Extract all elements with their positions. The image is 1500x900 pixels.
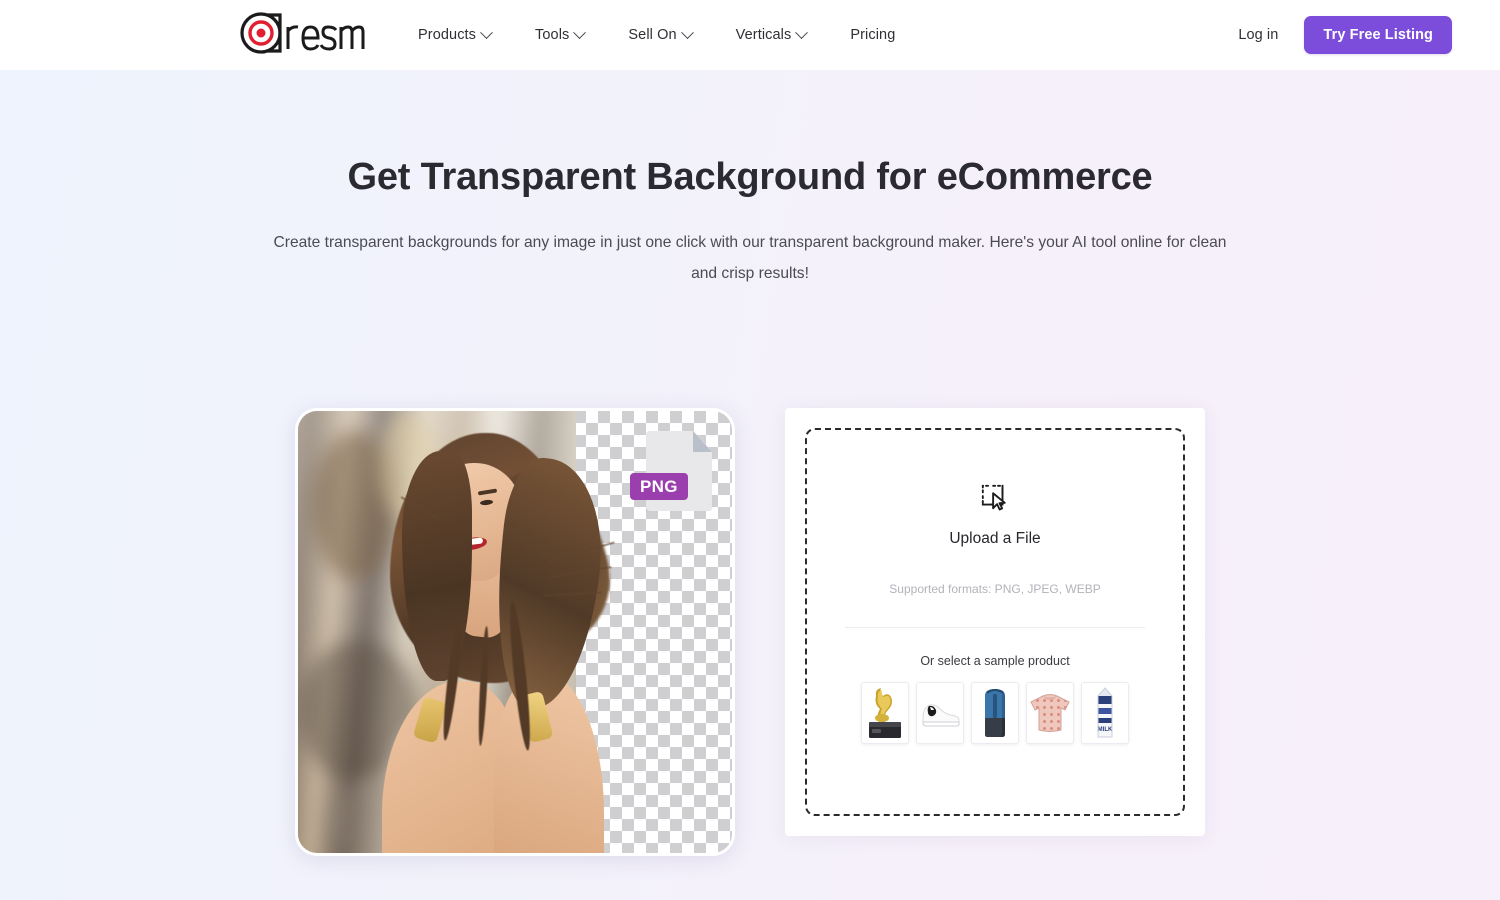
dresma-logo[interactable]	[240, 9, 368, 59]
dresma-logo-target-icon	[240, 12, 365, 54]
page-subtitle: Create transparent backgrounds for any i…	[273, 234, 1227, 282]
nav-item-products[interactable]: Products	[418, 25, 493, 43]
sample-products-list: MILK	[861, 682, 1129, 744]
upload-cursor-select-icon	[981, 484, 1006, 511]
png-file-badge: PNG	[630, 431, 712, 511]
nav-label: Pricing	[850, 27, 896, 43]
white-sneaker-icon	[922, 704, 960, 727]
pink-sweater-icon	[1030, 694, 1070, 732]
sample-product-pink-sweater[interactable]	[1026, 682, 1074, 744]
chevron-down-icon	[795, 25, 809, 39]
sample-product-blue-backpack[interactable]	[971, 682, 1019, 744]
transparent-background-preview: PNG	[295, 408, 735, 856]
blue-backpack-icon	[985, 689, 1005, 737]
try-free-listing-button[interactable]: Try Free Listing	[1304, 16, 1452, 54]
login-link[interactable]: Log in	[1238, 27, 1278, 43]
page-title: Get Transparent Background for eCommerce	[347, 156, 1153, 198]
sample-product-gold-deer-trophy[interactable]	[861, 682, 909, 744]
chevron-down-icon	[480, 25, 493, 39]
png-format-label: PNG	[630, 473, 688, 500]
nav-label: Tools	[535, 27, 570, 43]
main-content-row: PNG Upload a File Supported formats: PNG…	[0, 408, 1500, 856]
nav-label: Verticals	[735, 27, 792, 43]
site-header: Products Tools Sell On Verticals Pricing…	[0, 0, 1500, 70]
hair-front-left	[402, 451, 472, 681]
svg-text:MILK: MILK	[1098, 727, 1113, 733]
sample-product-white-sneaker[interactable]	[916, 682, 964, 744]
sample-product-milk-carton[interactable]: MILK	[1081, 682, 1129, 744]
nav-item-tools[interactable]: Tools	[535, 25, 587, 43]
milk-carton-icon: MILK	[1097, 687, 1113, 738]
supported-formats-text: Supported formats: PNG, JPEG, WEBP	[889, 582, 1101, 596]
nav-item-sell-on[interactable]: Sell On	[628, 25, 694, 43]
section-divider	[845, 627, 1145, 628]
nav-label: Sell On	[628, 27, 677, 43]
nav-label: Products	[418, 27, 477, 43]
file-dropzone[interactable]: Upload a File Supported formats: PNG, JP…	[805, 428, 1185, 816]
chevron-down-icon	[573, 25, 587, 39]
upload-title: Upload a File	[949, 530, 1041, 547]
main-nav: Products Tools Sell On Verticals Pricing	[418, 0, 895, 70]
upload-card: Upload a File Supported formats: PNG, JP…	[785, 408, 1205, 836]
gold-deer-trophy-icon	[869, 688, 901, 738]
nav-item-pricing[interactable]: Pricing	[850, 27, 895, 43]
sample-products-label: Or select a sample product	[920, 654, 1070, 668]
nav-item-verticals[interactable]: Verticals	[735, 25, 809, 43]
header-actions: Log in Try Free Listing	[1238, 0, 1452, 70]
chevron-down-icon	[680, 25, 694, 39]
